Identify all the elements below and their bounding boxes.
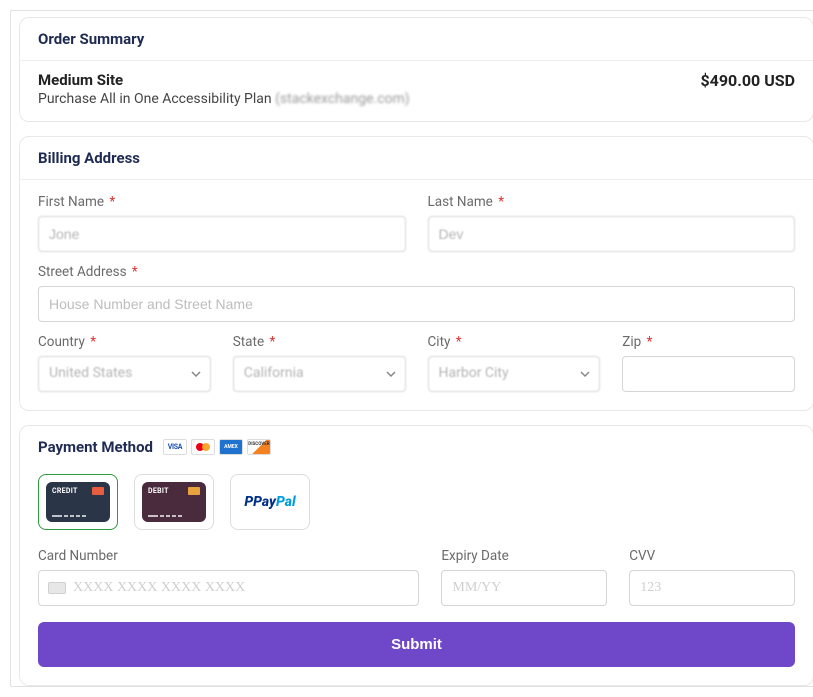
street-label: Street Address *	[38, 264, 795, 280]
expiry-field[interactable]	[441, 570, 607, 606]
paypal-icon: PPayPal	[244, 494, 295, 510]
cvv-field[interactable]	[629, 570, 795, 606]
submit-button[interactable]: Submit	[38, 622, 795, 667]
payment-option-debit[interactable]: DEBIT	[134, 474, 214, 530]
order-info: Medium Site Purchase All in One Accessib…	[38, 71, 410, 107]
credit-card-icon: CREDIT	[46, 482, 110, 522]
discover-icon: DISCOVER	[247, 439, 271, 455]
payment-option-credit[interactable]: CREDIT	[38, 474, 118, 530]
order-row: Medium Site Purchase All in One Accessib…	[20, 61, 813, 121]
card-brand-strip: VISA AMEX DISCOVER	[163, 439, 271, 455]
order-desc: Purchase All in One Accessibility Plan (…	[38, 91, 410, 107]
city-value: Harbor City	[428, 356, 601, 392]
card-number-label: Card Number	[38, 548, 419, 564]
cvv-label: CVV	[629, 548, 795, 564]
payment-options: CREDIT DEBIT PPayPal	[38, 456, 795, 548]
billing-header: Billing Address	[20, 137, 813, 180]
city-select[interactable]: Harbor City	[428, 356, 601, 392]
billing-card: Billing Address First Name * Last Name *…	[19, 136, 813, 411]
street-field[interactable]	[38, 286, 795, 322]
state-value: California	[233, 356, 406, 392]
zip-label: Zip *	[622, 334, 795, 350]
card-number-field[interactable]	[38, 570, 419, 606]
order-domain: (stackexchange.com)	[275, 91, 410, 107]
state-label: State *	[233, 334, 406, 350]
order-summary-header: Order Summary	[20, 18, 813, 61]
debit-card-icon: DEBIT	[142, 482, 206, 522]
country-select[interactable]: United States	[38, 356, 211, 392]
zip-field[interactable]	[622, 356, 795, 392]
payment-card: Payment Method VISA AMEX DISCOVER CREDIT	[19, 425, 813, 686]
card-icon	[48, 582, 66, 594]
city-label: City *	[428, 334, 601, 350]
order-summary-card: Order Summary Medium Site Purchase All i…	[19, 17, 813, 122]
first-name-label: First Name *	[38, 194, 406, 210]
visa-icon: VISA	[163, 439, 187, 455]
expiry-label: Expiry Date	[441, 548, 607, 564]
state-select[interactable]: California	[233, 356, 406, 392]
country-label: Country *	[38, 334, 211, 350]
amex-icon: AMEX	[219, 439, 243, 455]
order-desc-text: Purchase All in One Accessibility Plan	[38, 91, 275, 107]
mastercard-icon	[191, 439, 215, 455]
payment-option-paypal[interactable]: PPayPal	[230, 474, 310, 530]
country-value: United States	[38, 356, 211, 392]
order-price: $490.00 USD	[701, 71, 796, 90]
order-title: Medium Site	[38, 71, 410, 89]
last-name-field[interactable]	[428, 216, 796, 252]
last-name-label: Last Name *	[428, 194, 796, 210]
first-name-field[interactable]	[38, 216, 406, 252]
payment-header: Payment Method	[38, 438, 153, 456]
